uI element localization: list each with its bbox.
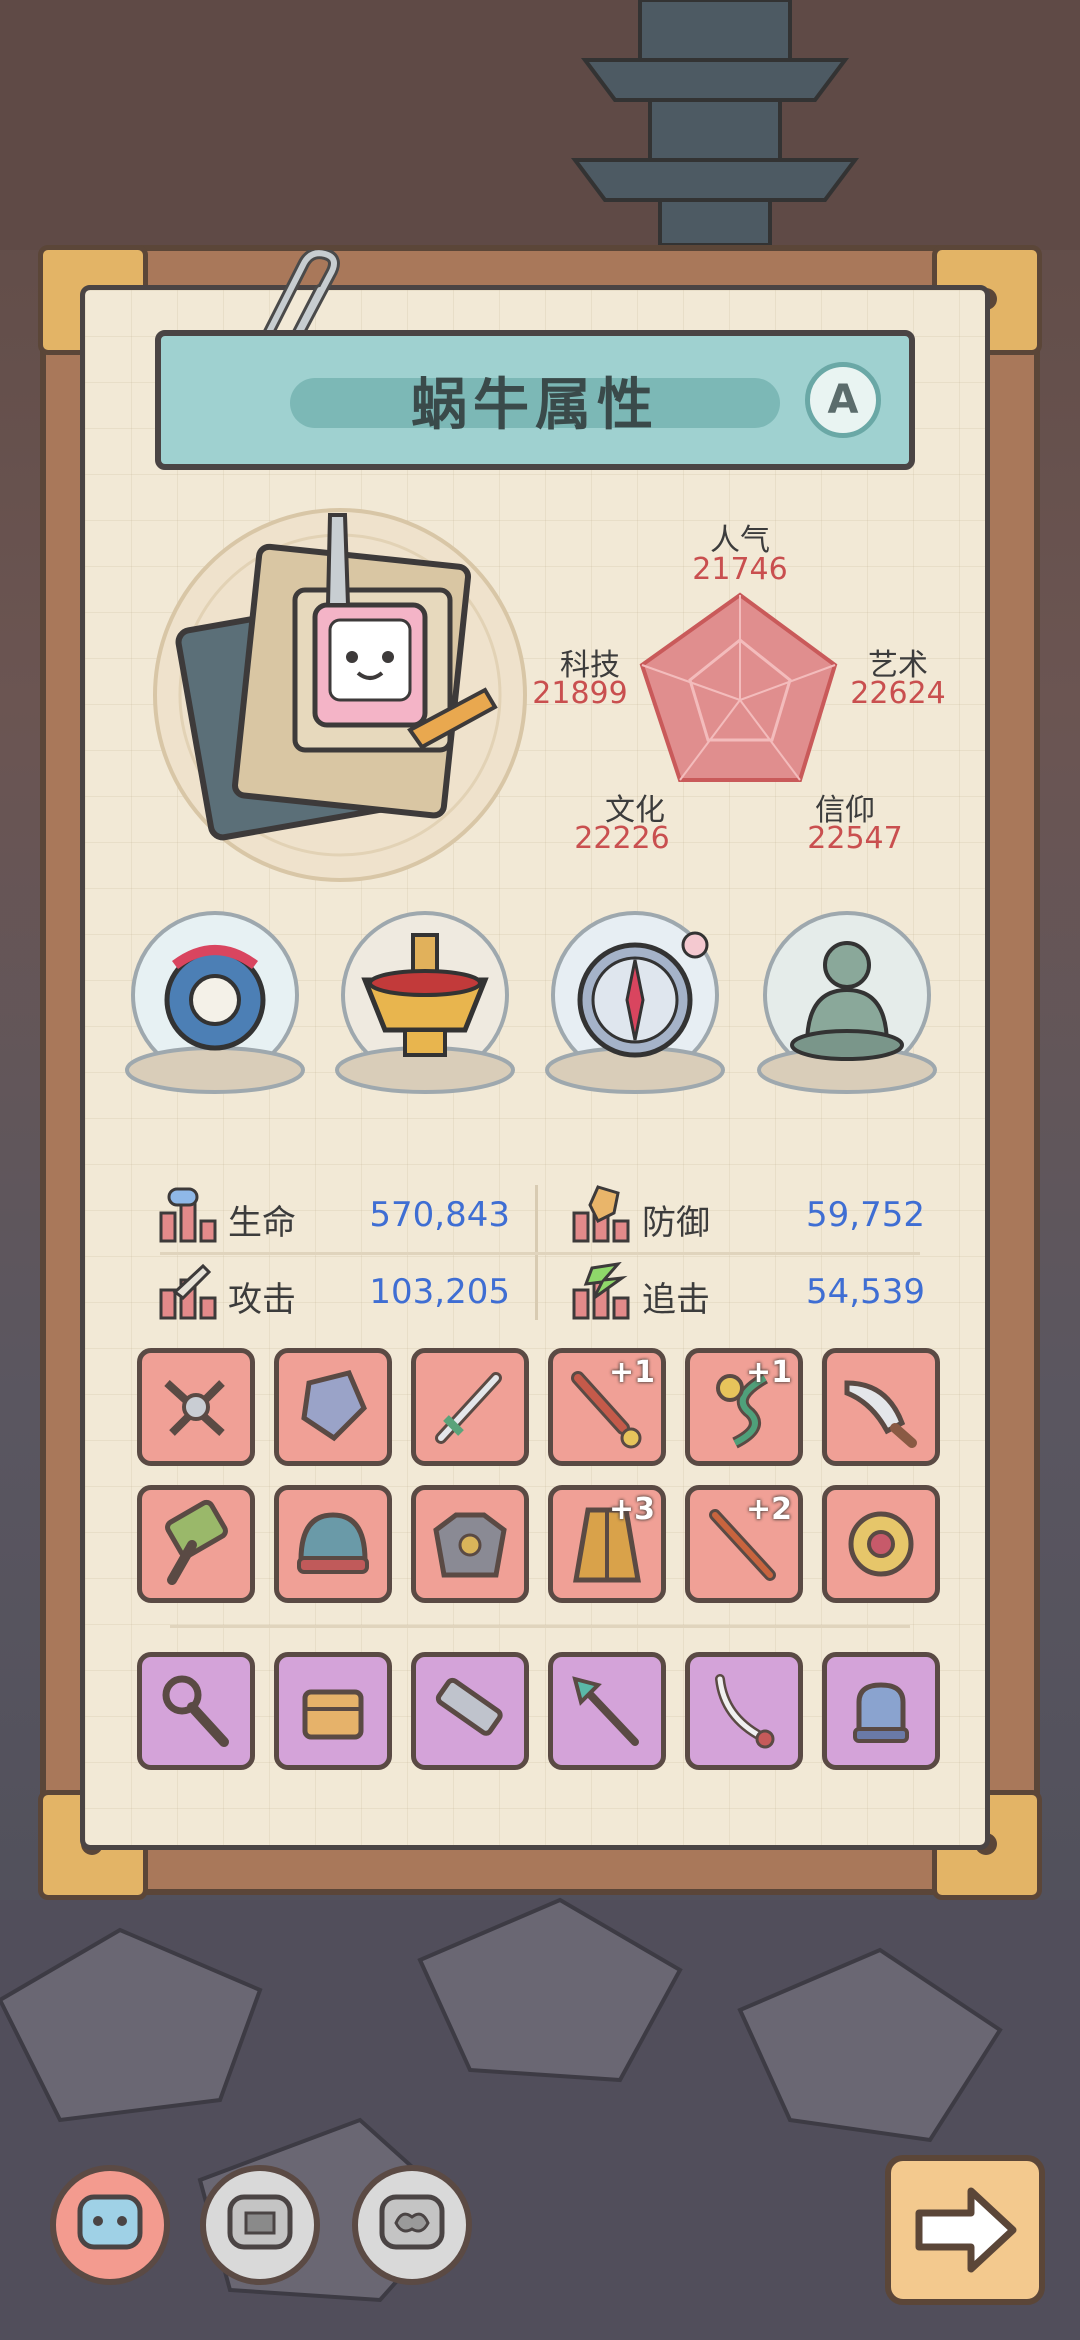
hp-stat-icon: [159, 1187, 217, 1243]
equipment-slot-12[interactable]: [822, 1485, 940, 1603]
equipment-slot-8[interactable]: [274, 1485, 392, 1603]
radar-value-culture: 22226: [574, 821, 670, 856]
stats-row-divider: [160, 1252, 920, 1255]
page-title: 蜗牛属性: [411, 373, 659, 438]
equipment-slot-6[interactable]: [822, 1348, 940, 1466]
helmet-icon: [297, 1512, 369, 1574]
tab-snail-face-blue[interactable]: [50, 2165, 170, 2285]
gauntlet-icon: [853, 1682, 909, 1743]
blaster-icon: [435, 1677, 503, 1736]
compass-relic-icon[interactable]: [545, 905, 725, 1105]
attack-label: 攻击: [228, 1280, 296, 1320]
artifact-slot-6[interactable]: [822, 1652, 940, 1770]
knife-icon: [844, 1380, 917, 1448]
chase-stat-icon: [572, 1262, 630, 1320]
snail-face-gray-icon: [227, 2194, 293, 2250]
equipment-slot-4[interactable]: +1: [548, 1348, 666, 1466]
equipment-slot-5[interactable]: +1: [685, 1348, 803, 1466]
snail-avatar: [153, 508, 527, 882]
sabre-icon: [715, 1674, 775, 1749]
radar-value-popularity: 21746: [692, 552, 788, 587]
chase-value: 54,539: [806, 1272, 925, 1312]
equipment-divider: [170, 1625, 910, 1628]
artifact-slot-1[interactable]: [137, 1652, 255, 1770]
equipment-slot-3[interactable]: [411, 1348, 529, 1466]
equipment-slot-10[interactable]: +3: [548, 1485, 666, 1603]
tab-snail-brain-gray[interactable]: [352, 2165, 472, 2285]
sea-monster-relic-icon[interactable]: [125, 905, 305, 1105]
equipment-slot-9[interactable]: [411, 1485, 529, 1603]
defense-value: 59,752: [806, 1195, 925, 1235]
scale-weapon-icon: [164, 1380, 225, 1436]
hotpot-relic-icon[interactable]: [335, 905, 515, 1105]
defense-stat-icon: [572, 1185, 630, 1243]
equipment-slot-2[interactable]: [274, 1348, 392, 1466]
radar-value-faith: 22547: [807, 821, 903, 856]
attack-stat-icon: [159, 1263, 217, 1320]
buddha-statue-relic-icon[interactable]: [757, 905, 937, 1105]
armor-icon: [433, 1512, 507, 1578]
enhance-level: +1: [608, 1355, 655, 1390]
attack-value: 103,205: [369, 1272, 510, 1312]
arrow-right-icon: [915, 2187, 1017, 2273]
crystal-shield-icon: [301, 1370, 367, 1442]
radar-value-tech: 21899: [532, 676, 628, 711]
grade-badge[interactable]: A: [805, 362, 881, 438]
tab-snail-face-gray[interactable]: [200, 2165, 320, 2285]
equipment-slot-1[interactable]: [137, 1348, 255, 1466]
hammer-icon: [165, 1499, 228, 1585]
enhance-level: +1: [745, 1355, 792, 1390]
defense-label: 防御: [642, 1203, 710, 1243]
scepter-icon: [162, 1675, 229, 1747]
arrow-icon: [572, 1676, 639, 1746]
artifact-slot-3[interactable]: [411, 1652, 529, 1770]
chase-label: 追击: [642, 1280, 710, 1320]
equipment-slot-7[interactable]: [137, 1485, 255, 1603]
radar-value-art: 22624: [850, 676, 946, 711]
equipment-slot-11[interactable]: +2: [685, 1485, 803, 1603]
attribute-radar: [639, 592, 838, 782]
snail-face-blue-icon: [77, 2194, 143, 2250]
amulet-icon: [848, 1511, 914, 1577]
next-button[interactable]: [885, 2155, 1045, 2305]
artifact-slot-2[interactable]: [274, 1652, 392, 1770]
enhance-level: +3: [608, 1492, 655, 1527]
artifact-slot-5[interactable]: [685, 1652, 803, 1770]
hp-label: 生命: [228, 1203, 296, 1243]
chest-icon: [302, 1689, 364, 1740]
sword-icon: [435, 1372, 502, 1444]
hp-value: 570,843: [369, 1195, 510, 1235]
enhance-level: +2: [745, 1492, 792, 1527]
snail-brain-gray-icon: [379, 2194, 445, 2250]
artifact-slot-4[interactable]: [548, 1652, 666, 1770]
